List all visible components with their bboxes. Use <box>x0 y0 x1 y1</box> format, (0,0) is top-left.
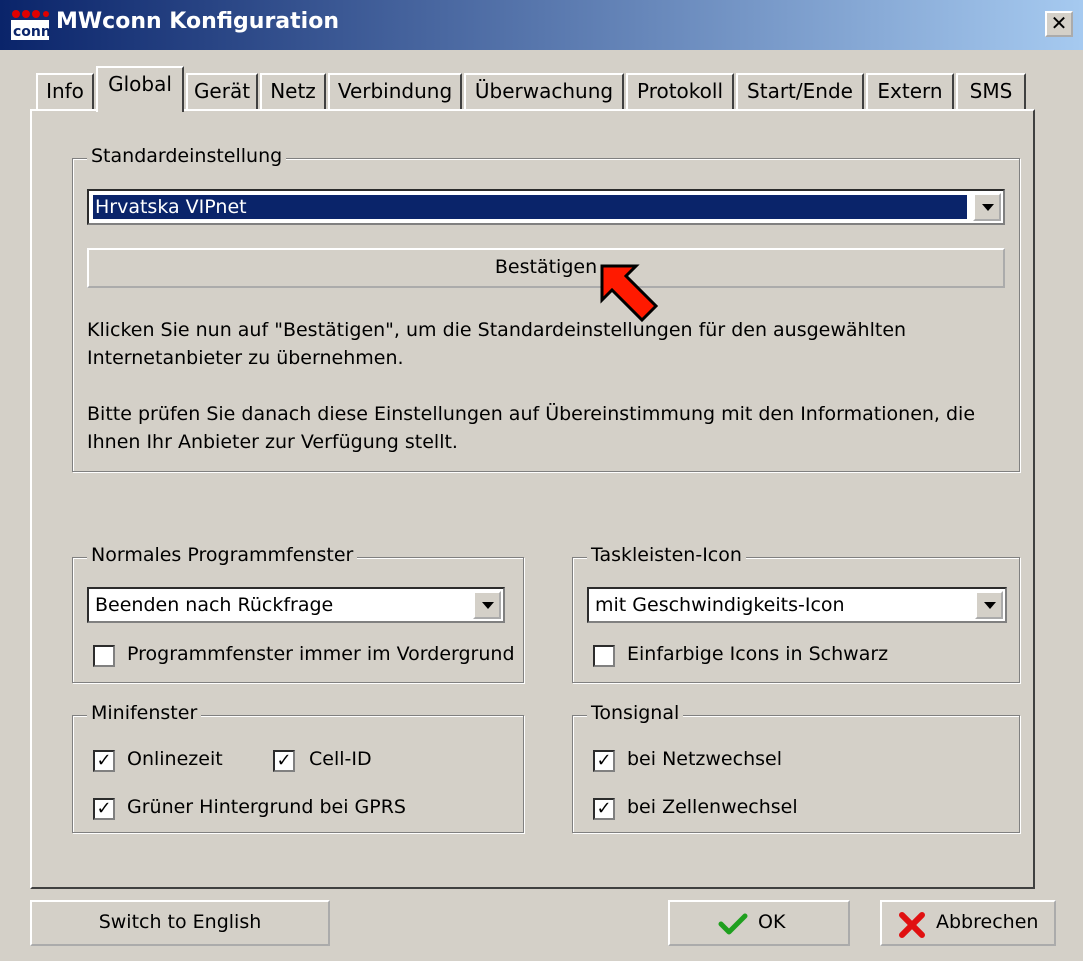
network-change-checkbox[interactable]: ✓ <box>593 750 615 772</box>
cell-id-checkbox[interactable]: ✓ <box>273 750 295 772</box>
green-background-label: Grüner Hintergrund bei GPRS <box>127 796 406 818</box>
tab-start-ende[interactable]: Start/Ende <box>736 73 864 109</box>
provider-select[interactable]: Hrvatska VIPnet <box>87 189 1005 225</box>
tab-netz[interactable]: Netz <box>260 73 326 109</box>
chevron-down-icon[interactable] <box>473 591 501 619</box>
ok-label: OK <box>758 911 786 933</box>
info-text: Klicken Sie nun auf "Bestätigen", um die… <box>87 316 1007 456</box>
cancel-label: Abbrechen <box>936 911 1039 933</box>
taskbar-icon-group: Taskleisten-Icon mit Geschwindigkeits-Ic… <box>572 544 1020 683</box>
title-bar: conn MWconn Konfiguration ✕ <box>0 0 1083 50</box>
taskbar-icon-legend: Taskleisten-Icon <box>587 544 746 566</box>
tone-signal-legend: Tonsignal <box>587 702 684 724</box>
tab-geraet[interactable]: Gerät <box>186 73 258 109</box>
cell-change-label: bei Zellenwechsel <box>627 796 798 818</box>
taskbar-icon-select[interactable]: mit Geschwindigkeits-Icon <box>587 587 1007 623</box>
arrow-cursor-icon <box>600 264 659 323</box>
info-line-1: Klicken Sie nun auf "Bestätigen", um die… <box>87 319 907 341</box>
mono-icons-label: Einfarbige Icons in Schwarz <box>627 643 889 665</box>
always-on-top-checkbox[interactable] <box>93 645 115 667</box>
tab-sms[interactable]: SMS <box>956 73 1026 109</box>
cancel-button[interactable]: Abbrechen <box>880 900 1056 946</box>
cell-change-checkbox[interactable]: ✓ <box>593 798 615 820</box>
taskbar-icon-select-value: mit Geschwindigkeits-Icon <box>595 594 845 616</box>
chevron-down-icon[interactable] <box>973 193 1001 221</box>
always-on-top-label: Programmfenster immer im Vordergrund <box>127 643 515 665</box>
program-window-select[interactable]: Beenden nach Rückfrage <box>87 587 505 623</box>
cell-id-label: Cell-ID <box>309 748 372 770</box>
program-window-legend: Normales Programmfenster <box>87 544 358 566</box>
cross-icon <box>899 912 925 938</box>
tab-extern[interactable]: Extern <box>866 73 954 109</box>
switch-to-english-button[interactable]: Switch to English <box>30 900 330 946</box>
tab-protokoll[interactable]: Protokoll <box>626 73 734 109</box>
standard-settings-group: Standardeinstellung Hrvatska VIPnet Best… <box>72 145 1020 472</box>
tone-signal-group: Tonsignal ✓ bei Netzwechsel ✓ bei Zellen… <box>572 702 1020 833</box>
close-button[interactable]: ✕ <box>1045 11 1073 37</box>
standard-settings-legend: Standardeinstellung <box>87 145 287 167</box>
svg-text:conn: conn <box>13 24 50 40</box>
tab-info[interactable]: Info <box>36 73 94 109</box>
program-window-group: Normales Programmfenster Beenden nach Rü… <box>72 544 524 683</box>
info-line-2: Internetanbieter zu übernehmen. <box>87 347 404 369</box>
provider-select-value: Hrvatska VIPnet <box>93 195 967 219</box>
ok-button[interactable]: OK <box>668 900 850 946</box>
tab-verbindung[interactable]: Verbindung <box>328 73 462 109</box>
mini-window-legend: Minifenster <box>87 702 202 724</box>
mono-icons-checkbox[interactable] <box>593 645 615 667</box>
chevron-down-icon[interactable] <box>975 591 1003 619</box>
program-window-select-value: Beenden nach Rückfrage <box>95 594 334 616</box>
check-icon <box>718 913 748 935</box>
tab-panel-global: Standardeinstellung Hrvatska VIPnet Best… <box>30 109 1035 889</box>
online-time-label: Onlinezeit <box>127 748 223 770</box>
tab-global[interactable]: Global <box>96 66 184 112</box>
window-title: MWconn Konfiguration <box>56 9 339 34</box>
mwconn-app-icon: conn <box>11 10 50 40</box>
green-background-checkbox[interactable]: ✓ <box>93 798 115 820</box>
tab-ueberwachung[interactable]: Überwachung <box>464 73 624 109</box>
confirm-button[interactable]: Bestätigen <box>87 248 1005 288</box>
online-time-checkbox[interactable]: ✓ <box>93 750 115 772</box>
mini-window-group: Minifenster ✓ Onlinezeit ✓ Cell-ID ✓ Grü… <box>72 702 524 833</box>
network-change-label: bei Netzwechsel <box>627 748 782 770</box>
info-line-3: Bitte prüfen Sie danach diese Einstellun… <box>87 403 976 425</box>
info-line-4: Ihnen Ihr Anbieter zur Verfügung stellt. <box>87 431 458 453</box>
